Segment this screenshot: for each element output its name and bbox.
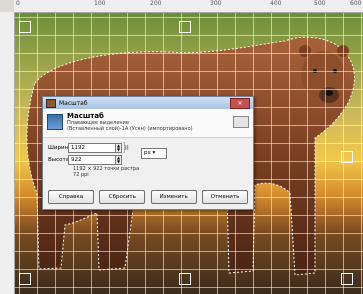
unit-select[interactable]: px ▾ [141, 148, 167, 159]
resolution-info: 72 ppi [73, 172, 89, 178]
transform-handle-tc[interactable] [179, 21, 191, 33]
preview-icon[interactable] [233, 116, 249, 128]
transform-handle-mr[interactable] [341, 151, 353, 163]
gimp-window: 0 100 200 300 400 500 600 Масштаб ✕ Масш… [0, 0, 363, 294]
transform-handle-br[interactable] [341, 273, 353, 285]
ruler-label-0: 0 [16, 0, 20, 7]
reset-button[interactable]: Сбросить [99, 190, 146, 204]
cancel-button[interactable]: Отменить [201, 190, 248, 204]
dialog-title: Масштаб [59, 99, 88, 107]
vertical-ruler[interactable] [0, 12, 15, 294]
gimp-scale-icon [46, 98, 56, 108]
ruler-label-100: 100 [94, 0, 106, 7]
scale-button[interactable]: Изменить [150, 190, 197, 204]
scale-tool-icon [47, 114, 63, 130]
chain-icon[interactable]: ┐ ⛓ ┘ [123, 141, 129, 163]
unit-value: px [144, 150, 151, 156]
width-spin-icon[interactable]: ▲ ▼ [116, 142, 122, 153]
dropdown-icon: ▾ [152, 150, 156, 156]
dialog-header: Масштаб Плавающее выделение (Вставленный… [43, 109, 253, 138]
height-spin-icon[interactable]: ▲ ▼ [116, 154, 122, 165]
height-input[interactable]: 922 [68, 154, 116, 165]
transform-handle-tl[interactable] [19, 21, 31, 33]
help-button[interactable]: Справка [48, 190, 94, 204]
ruler-label-400: 400 [270, 0, 282, 7]
height-label: Высота: [48, 156, 71, 163]
dialog-titlebar[interactable]: Масштаб ✕ [43, 97, 253, 109]
ruler-label-200: 200 [150, 0, 162, 7]
ruler-label-500: 500 [314, 0, 326, 7]
close-button[interactable]: ✕ [230, 97, 250, 109]
ruler-label-600: 600 [350, 0, 362, 7]
scale-dialog: Масштаб ✕ Масштаб Плавающее выделение (В… [42, 96, 254, 210]
ruler-label-300: 300 [210, 0, 222, 7]
width-label: Ширина: [48, 144, 74, 151]
width-input[interactable]: 1192 [68, 142, 116, 153]
header-layer-name: (Вставленный слой)-1А (Ускн) (импортиров… [67, 126, 193, 132]
size-form: Ширина: 1192 ▲ ▼ Высота: 922 ▲ ▼ ┐ ⛓ ┘ px ▾ … [43, 138, 253, 186]
horizontal-ruler[interactable]: 0 100 200 300 400 500 600 [14, 0, 363, 13]
transform-handle-bc[interactable] [179, 273, 191, 285]
header-title: Масштаб [67, 112, 104, 120]
dialog-buttons: Справка Сбросить Изменить Отменить [48, 190, 248, 204]
transform-handle-bl[interactable] [19, 273, 31, 285]
